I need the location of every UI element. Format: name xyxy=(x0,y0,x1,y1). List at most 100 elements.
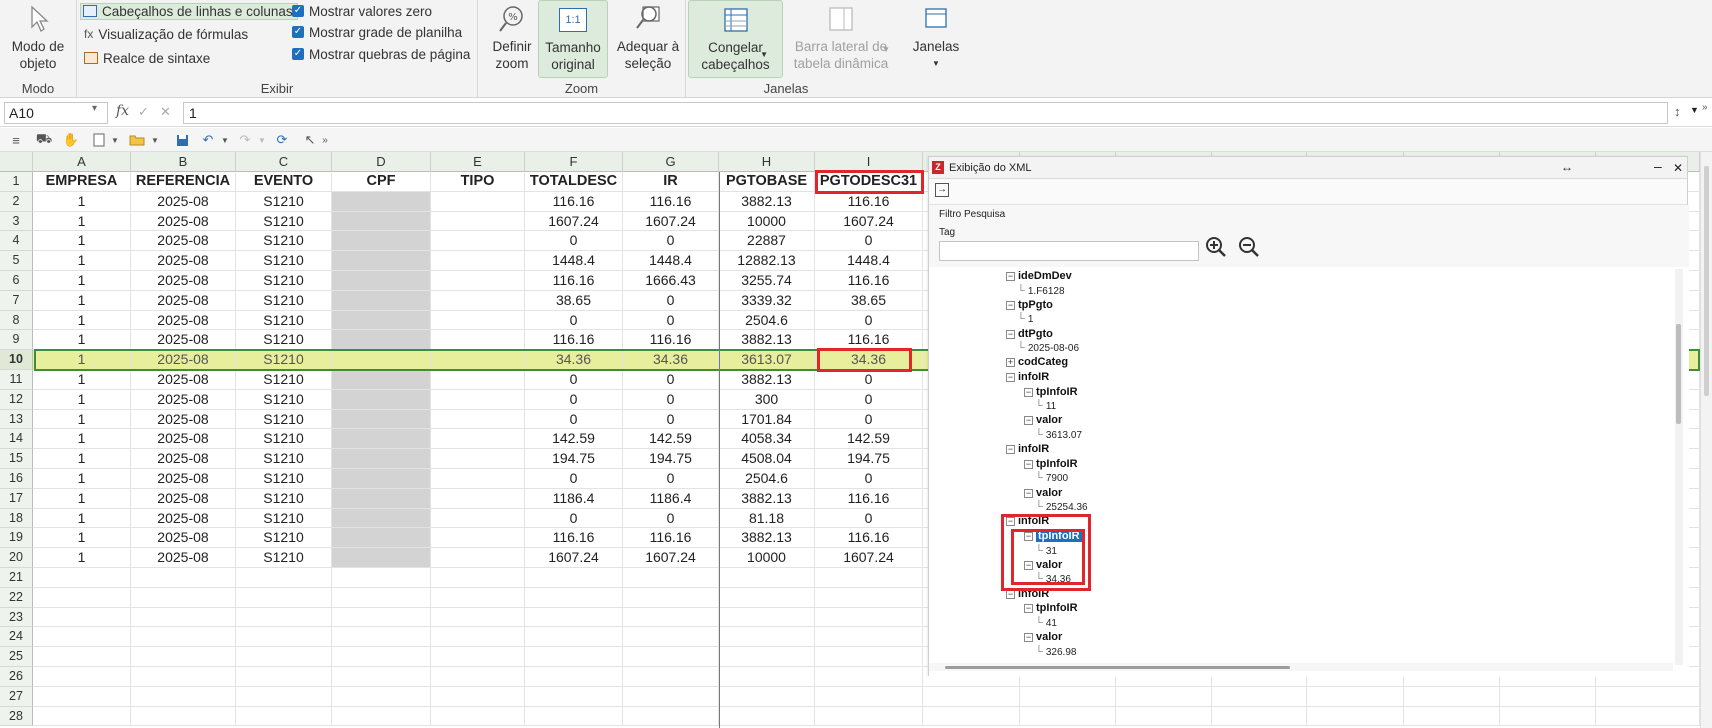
data-cell[interactable]: S1210 xyxy=(236,469,332,489)
data-cell[interactable] xyxy=(431,469,525,489)
xml-node[interactable]: − infoIR xyxy=(1006,371,1049,384)
chevron-down-icon[interactable]: ▼ xyxy=(1690,105,1699,115)
masked-cell[interactable] xyxy=(332,548,431,568)
header-cell[interactable]: CPF xyxy=(332,172,431,192)
data-cell[interactable]: 1 xyxy=(33,449,131,469)
empty-cell[interactable] xyxy=(525,587,623,608)
scrollbar-thumb[interactable] xyxy=(945,666,1290,669)
data-cell[interactable]: 2025-08 xyxy=(131,469,236,489)
masked-cell[interactable] xyxy=(332,211,431,232)
collapse-icon[interactable]: − xyxy=(1006,373,1015,382)
row-header[interactable]: 10 xyxy=(0,350,33,370)
chevron-down-icon[interactable]: ▼ xyxy=(106,131,124,149)
masked-cell[interactable] xyxy=(332,409,431,430)
column-header-C[interactable]: C xyxy=(236,152,332,172)
row-header[interactable]: 13 xyxy=(0,409,33,430)
empty-cell[interactable] xyxy=(719,706,815,727)
empty-cell[interactable] xyxy=(719,568,815,588)
empty-cell[interactable] xyxy=(623,587,719,608)
xml-child-node[interactable]: − valor xyxy=(1024,631,1062,644)
row-header[interactable]: 22 xyxy=(0,587,33,608)
xml-value[interactable]: └ 326.98 xyxy=(1035,646,1076,659)
close-icon[interactable]: ✕ xyxy=(1673,157,1683,179)
column-header-G[interactable]: G xyxy=(623,152,719,172)
empty-cell[interactable] xyxy=(923,706,1020,727)
empty-cell[interactable] xyxy=(236,686,332,707)
collapse-icon[interactable]: − xyxy=(1006,329,1015,339)
freeze-headers-button[interactable]: Congelar cabeçalhos ▼ xyxy=(688,0,783,78)
column-header-F[interactable]: F xyxy=(525,152,623,172)
masked-cell[interactable] xyxy=(332,310,431,331)
zoom-in-icon[interactable] xyxy=(1204,235,1228,262)
formula-input[interactable]: 1 xyxy=(183,102,1668,124)
empty-cell[interactable] xyxy=(623,706,719,727)
empty-cell[interactable] xyxy=(332,647,431,667)
expand-icon[interactable]: + xyxy=(1006,358,1015,368)
data-cell[interactable]: 34.36 xyxy=(525,350,623,370)
row-header[interactable]: 24 xyxy=(0,627,33,648)
empty-cell[interactable] xyxy=(1020,706,1116,727)
data-cell[interactable]: 116.16 xyxy=(815,488,923,509)
function-icon[interactable]: fx xyxy=(116,103,129,119)
data-cell[interactable]: 1666.43 xyxy=(623,271,719,291)
empty-cell[interactable] xyxy=(332,627,431,648)
data-cell[interactable]: 4508.04 xyxy=(719,449,815,469)
row-header[interactable]: 17 xyxy=(0,488,33,509)
masked-cell[interactable] xyxy=(332,488,431,509)
overflow-icon[interactable]: » xyxy=(1702,102,1708,113)
data-cell[interactable]: S1210 xyxy=(236,528,332,549)
data-cell[interactable] xyxy=(431,191,525,212)
zoom-out-icon[interactable] xyxy=(1237,235,1261,262)
data-cell[interactable]: 2025-08 xyxy=(131,290,236,311)
data-cell[interactable]: 0 xyxy=(623,290,719,311)
data-cell[interactable]: 142.59 xyxy=(623,429,719,450)
empty-cell[interactable] xyxy=(431,647,525,667)
xml-node[interactable]: − ideDmDev xyxy=(1006,270,1072,283)
data-cell[interactable]: 1 xyxy=(33,389,131,410)
data-cell[interactable]: 2025-08 xyxy=(131,449,236,469)
data-cell[interactable]: 2025-08 xyxy=(131,191,236,212)
scrollbar-thumb[interactable] xyxy=(1676,324,1681,424)
row-header[interactable]: 2 xyxy=(0,191,33,212)
empty-cell[interactable] xyxy=(623,647,719,667)
chevron-down-icon[interactable]: ▼ xyxy=(216,131,234,149)
empty-cell[interactable] xyxy=(623,627,719,648)
data-cell[interactable]: 1 xyxy=(33,231,131,252)
empty-cell[interactable] xyxy=(131,706,236,727)
data-cell[interactable]: 0 xyxy=(525,389,623,410)
data-cell[interactable]: 2025-08 xyxy=(131,251,236,271)
empty-cell[interactable] xyxy=(131,587,236,608)
data-cell[interactable]: 0 xyxy=(623,370,719,390)
column-header-I[interactable]: I xyxy=(815,152,923,172)
row-header[interactable]: 6 xyxy=(0,271,33,291)
syntax-highlight-toggle[interactable]: Realce de sintaxe xyxy=(84,47,210,69)
row-header[interactable]: 16 xyxy=(0,469,33,489)
data-cell[interactable]: 1 xyxy=(33,350,131,370)
data-cell[interactable]: 2025-08 xyxy=(131,211,236,232)
data-cell[interactable]: 1 xyxy=(33,310,131,331)
data-cell[interactable] xyxy=(431,290,525,311)
fit-selection-button[interactable]: Adequar à seleção xyxy=(614,0,682,72)
data-cell[interactable]: S1210 xyxy=(236,231,332,252)
data-cell[interactable]: 10000 xyxy=(719,211,815,232)
data-cell[interactable]: 1607.24 xyxy=(525,211,623,232)
empty-cell[interactable] xyxy=(815,627,923,648)
empty-cell[interactable] xyxy=(131,647,236,667)
data-cell[interactable]: S1210 xyxy=(236,350,332,370)
data-cell[interactable]: 116.16 xyxy=(815,271,923,291)
empty-cell[interactable] xyxy=(236,587,332,608)
header-cell[interactable]: TIPO xyxy=(431,172,525,192)
data-cell[interactable]: 1607.24 xyxy=(623,548,719,568)
data-cell[interactable]: 2025-08 xyxy=(131,429,236,450)
data-cell[interactable]: 0 xyxy=(815,508,923,529)
data-cell[interactable]: 1607.24 xyxy=(815,211,923,232)
data-cell[interactable]: S1210 xyxy=(236,409,332,430)
row-header[interactable]: 19 xyxy=(0,528,33,549)
object-mode-button[interactable]: Modo de objeto xyxy=(4,0,72,72)
row-header[interactable]: 9 xyxy=(0,330,33,351)
masked-cell[interactable] xyxy=(332,429,431,450)
header-cell[interactable]: EMPRESA xyxy=(33,172,131,192)
data-cell[interactable]: 2025-08 xyxy=(131,271,236,291)
data-cell[interactable] xyxy=(431,429,525,450)
data-cell[interactable]: 2025-08 xyxy=(131,370,236,390)
